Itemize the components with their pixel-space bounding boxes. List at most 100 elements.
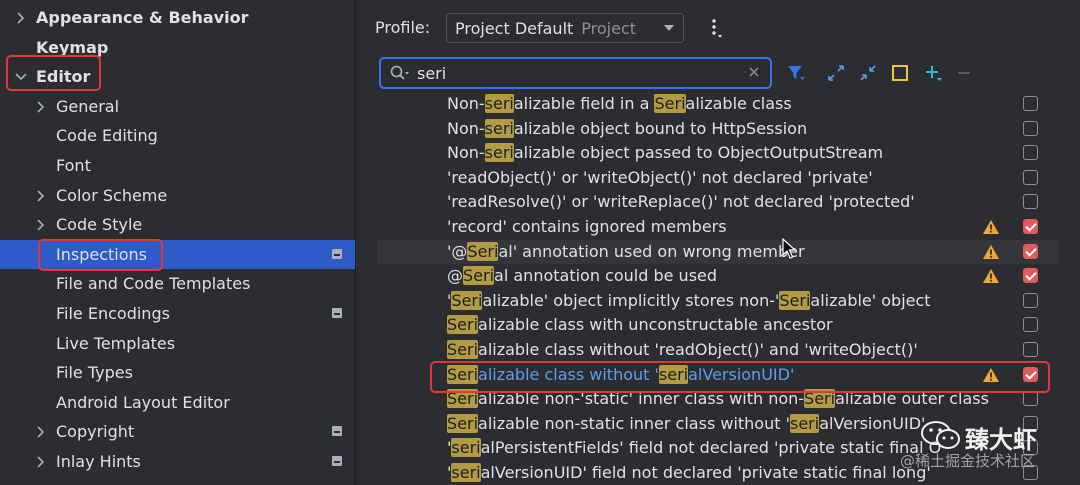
chevron-down-icon[interactable]	[14, 70, 28, 84]
sidebar-item-appearance-behavior[interactable]: Appearance & Behavior	[0, 3, 355, 32]
inspection-enabled-checkbox[interactable]	[1023, 194, 1038, 210]
project-scope-icon	[332, 248, 342, 259]
inspection-label: Non-serializable field in a Serializable…	[447, 94, 792, 113]
inspection-label: @Serial annotation could be used	[447, 266, 717, 286]
chevron-down-icon	[664, 25, 674, 31]
inspection-row[interactable]: 'readObject()' or 'writeObject()' not de…	[377, 166, 1059, 191]
sidebar-item-label: Color Scheme	[56, 185, 168, 205]
sidebar-item-label: Code Editing	[56, 126, 158, 146]
inspection-enabled-checkbox[interactable]	[1023, 440, 1038, 456]
chevron-right-icon[interactable]	[34, 425, 48, 439]
sidebar-item-label: Editor	[36, 67, 91, 87]
inspection-row[interactable]: Serializable class without 'readObject()…	[377, 338, 1059, 363]
inspection-enabled-checkbox[interactable]	[1023, 342, 1038, 357]
inspection-row[interactable]: Non-serializable field in a Serializable…	[377, 94, 1059, 117]
sidebar-item-editor[interactable]: Editor	[0, 62, 355, 91]
sidebar-item-code-editing[interactable]: Code Editing	[0, 121, 355, 150]
inspection-row[interactable]: 'record' contains ignored members	[377, 215, 1059, 240]
inspection-label-text: alVersionUID' field not declared 'privat…	[480, 463, 931, 482]
search-match-highlight: seri	[451, 463, 481, 482]
sidebar-item-file-encodings[interactable]: File Encodings	[0, 299, 355, 328]
sidebar-item-font[interactable]: Font	[0, 151, 355, 180]
search-match-highlight: Seri	[779, 290, 811, 310]
inspection-row[interactable]: Non-serializable object passed to Object…	[377, 141, 1059, 166]
inspection-label: Non-serializable object passed to Object…	[447, 143, 883, 163]
sidebar-item-android-layout-editor[interactable]: Android Layout Editor	[0, 388, 355, 417]
inspection-row[interactable]: Serializable class with unconstructable …	[377, 313, 1059, 338]
inspection-enabled-checkbox[interactable]	[1023, 317, 1038, 333]
inspection-enabled-checkbox[interactable]	[1023, 366, 1038, 382]
filter-icon[interactable]	[786, 63, 806, 83]
inspection-label: Serializable non-'static' inner class wi…	[447, 389, 989, 409]
inspection-enabled-checkbox[interactable]	[1023, 169, 1038, 185]
chevron-right-icon[interactable]	[34, 455, 48, 469]
inspection-enabled-checkbox[interactable]	[1023, 120, 1038, 136]
inspection-row[interactable]: Serializable non-static inner class with…	[377, 412, 1059, 437]
inspection-label-text: alizable class without 'readObject()' an…	[478, 340, 918, 359]
sidebar-item-label: File Types	[56, 363, 133, 383]
chevron-right-icon[interactable]	[34, 189, 48, 203]
collapse-all-icon[interactable]	[858, 63, 878, 83]
search-match-highlight: seri	[484, 94, 514, 113]
inspection-label-text: alizable' object	[810, 290, 931, 310]
inspection-enabled-checkbox[interactable]	[1023, 268, 1038, 284]
search-icon[interactable]	[390, 65, 410, 81]
inspection-enabled-checkbox[interactable]	[1023, 415, 1038, 431]
sidebar-item-live-templates[interactable]: Live Templates	[0, 329, 355, 358]
sidebar-item-file-and-code-templates[interactable]: File and Code Templates	[0, 269, 355, 298]
inspection-row[interactable]: Non-serializable object bound to HttpSes…	[377, 117, 1059, 142]
search-match-highlight: Seri	[451, 290, 483, 310]
inspection-enabled-checkbox[interactable]	[1023, 292, 1038, 308]
sidebar-item-label: Appearance & Behavior	[36, 8, 249, 27]
inspections-panel: Profile: Project Default Project seri No…	[356, 0, 1080, 485]
more-options-icon[interactable]	[709, 17, 723, 39]
sidebar-item-label: Keymap	[36, 37, 109, 57]
inspection-row[interactable]: 'serialVersionUID' field not declared 'p…	[377, 461, 1059, 485]
inspection-label-text: Non-	[447, 94, 485, 113]
inspection-label: '@Serial' annotation used on wrong membe…	[447, 241, 805, 261]
inspection-label-text: 'readResolve()' or 'writeReplace()' not …	[447, 192, 915, 212]
sidebar-item-label: Android Layout Editor	[56, 392, 230, 412]
warning-severity-icon	[983, 269, 999, 284]
sidebar-item-color-scheme[interactable]: Color Scheme	[0, 181, 355, 210]
sidebar-item-inspections[interactable]: Inspections	[0, 239, 355, 269]
profile-dropdown[interactable]: Project Default Project	[446, 13, 684, 43]
inspection-enabled-checkbox[interactable]	[1023, 145, 1038, 161]
inspection-row[interactable]: 'Serializable' object implicitly stores …	[377, 289, 1059, 314]
inspection-enabled-checkbox[interactable]	[1023, 391, 1038, 407]
remove-icon[interactable]	[955, 63, 975, 83]
profile-scope: Project	[581, 18, 637, 38]
sidebar-item-general[interactable]: General	[0, 92, 355, 121]
inspection-row[interactable]: 'readResolve()' or 'writeReplace()' not …	[377, 190, 1059, 215]
clear-search-icon[interactable]	[748, 66, 760, 78]
sidebar-item-code-style[interactable]: Code Style	[0, 210, 355, 239]
sidebar-item-copyright[interactable]: Copyright	[0, 417, 355, 446]
chevron-right-icon[interactable]	[34, 100, 48, 114]
chevron-right-icon[interactable]	[14, 11, 28, 25]
inspection-row[interactable]: Serializable non-'static' inner class wi…	[377, 387, 1059, 412]
inspection-label: Serializable class with unconstructable …	[447, 315, 833, 335]
search-match-highlight: seri	[658, 364, 689, 384]
inspection-enabled-checkbox[interactable]	[1023, 465, 1038, 480]
sidebar-item-file-types[interactable]: File Types	[0, 358, 355, 387]
inspection-row[interactable]: @Serial annotation could be used	[377, 264, 1059, 289]
reset-to-default-icon[interactable]	[890, 63, 910, 83]
inspection-enabled-checkbox[interactable]	[1023, 219, 1038, 234]
inspection-label: 'Serializable' object implicitly stores …	[447, 290, 931, 310]
inspection-row[interactable]: 'serialPersistentFields' field not decla…	[377, 436, 1059, 461]
warning-severity-icon	[983, 244, 999, 259]
add-icon[interactable]	[923, 63, 943, 83]
inspection-row[interactable]: Serializable class without 'serialVersio…	[377, 363, 1059, 388]
search-input[interactable]	[417, 62, 737, 84]
inspection-label: 'serialPersistentFields' field not decla…	[447, 438, 941, 458]
expand-all-icon[interactable]	[826, 63, 846, 83]
inspection-row[interactable]: '@Serial' annotation used on wrong membe…	[377, 239, 1059, 265]
inspection-label-text: alizable' object implicitly stores non-'	[482, 290, 780, 310]
inspection-enabled-checkbox[interactable]	[1023, 96, 1038, 111]
mouse-cursor-icon	[782, 238, 797, 259]
inspection-enabled-checkbox[interactable]	[1023, 243, 1038, 259]
sidebar-item-inlay-hints[interactable]: Inlay Hints	[0, 447, 355, 476]
chevron-right-icon[interactable]	[34, 218, 48, 232]
sidebar-item-keymap[interactable]: Keymap	[0, 33, 355, 62]
search-box[interactable]	[379, 57, 772, 89]
